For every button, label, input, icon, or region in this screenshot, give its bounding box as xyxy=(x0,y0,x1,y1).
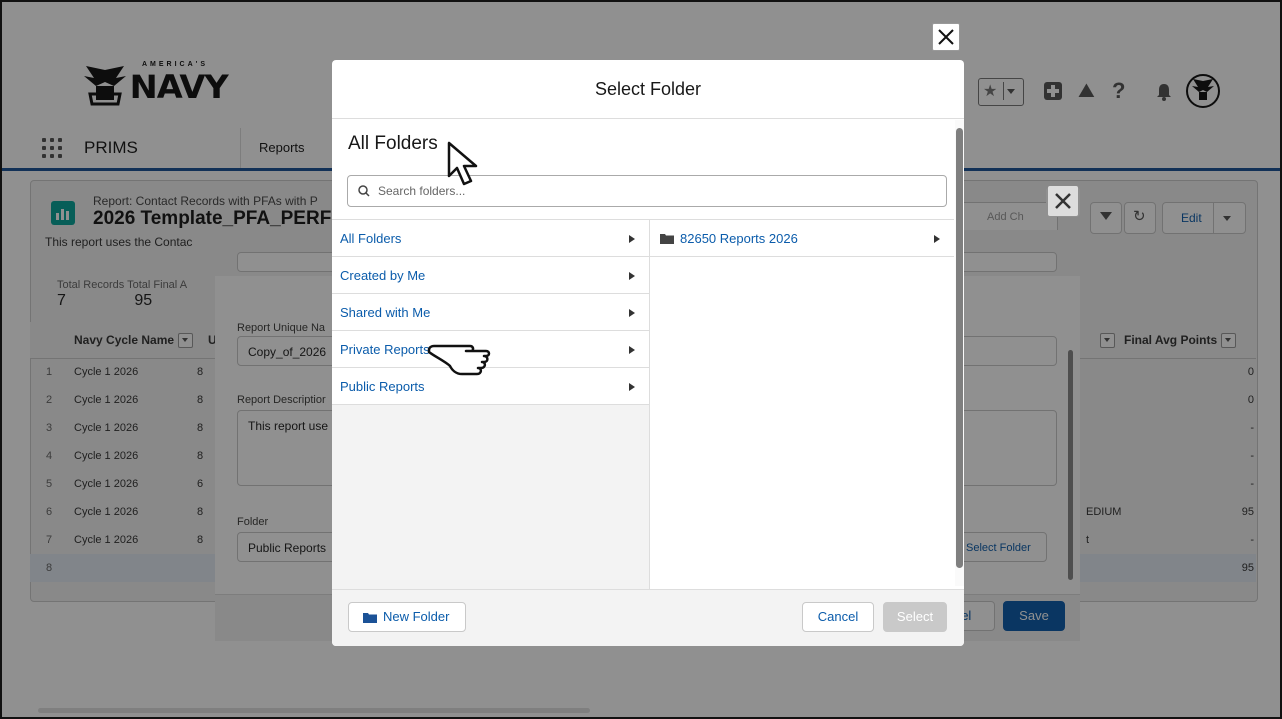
close-icon xyxy=(1055,193,1071,209)
chevron-right-icon xyxy=(629,235,635,243)
window-frame: AMERICA'S NAVY ★ ⛰ ? PRIMS Reports Repor… xyxy=(0,0,1282,719)
search-icon xyxy=(358,185,370,197)
chevron-right-icon xyxy=(629,272,635,280)
dialog-title: Select Folder xyxy=(332,60,964,119)
cancel-button[interactable]: Cancel xyxy=(802,602,874,632)
pointing-hand-cursor-icon xyxy=(427,344,491,376)
chevron-right-icon xyxy=(629,383,635,391)
arrow-cursor-icon xyxy=(447,141,478,186)
folder-item-created-by-me[interactable]: Created by Me xyxy=(332,257,649,294)
chevron-right-icon xyxy=(934,235,940,243)
subfolder-item[interactable]: 82650 Reports 2026 xyxy=(650,220,954,257)
search-input[interactable]: Search folders... xyxy=(347,175,947,207)
current-folder-heading: All Folders xyxy=(348,133,438,154)
scrollbar-thumb[interactable] xyxy=(956,128,963,568)
dialog-scrollbar[interactable] xyxy=(955,120,964,586)
dialog-close-button[interactable] xyxy=(932,23,960,51)
chevron-right-icon xyxy=(629,346,635,354)
new-folder-button[interactable]: New Folder xyxy=(348,602,466,632)
folder-columns: All Folders Created by Me Shared with Me… xyxy=(332,219,954,590)
save-modal-close-x[interactable] xyxy=(1048,186,1078,216)
subfolder-list: 82650 Reports 2026 xyxy=(650,220,954,590)
folder-icon xyxy=(363,613,377,623)
folder-icon xyxy=(660,234,674,244)
subfolder-label: 82650 Reports 2026 xyxy=(680,231,798,246)
close-icon xyxy=(938,29,954,45)
folder-item-shared-with-me[interactable]: Shared with Me xyxy=(332,294,649,331)
dialog-footer: New Folder Cancel Select xyxy=(332,589,964,646)
folder-item-all-folders[interactable]: All Folders xyxy=(332,220,649,257)
chevron-right-icon xyxy=(629,309,635,317)
folder-list: All Folders Created by Me Shared with Me… xyxy=(332,220,650,590)
horizontal-scrollbar-thumb[interactable] xyxy=(38,708,590,713)
select-button[interactable]: Select xyxy=(883,602,947,632)
